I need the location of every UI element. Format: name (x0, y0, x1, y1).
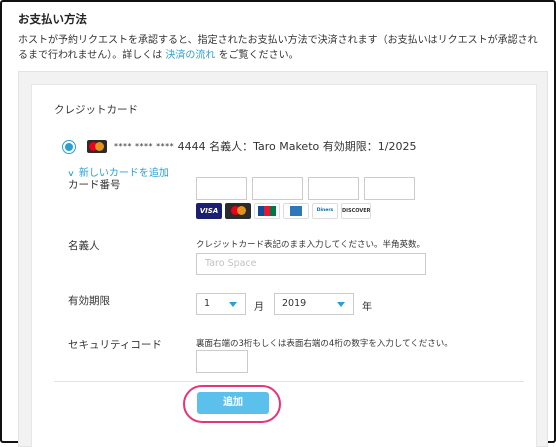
credit-card-heading: クレジットカード (54, 104, 138, 116)
payment-flow-link[interactable]: 決済の流れ (165, 50, 215, 61)
expiry-label: 有効期限 (68, 295, 110, 307)
description-line-2-end: をご覧ください。 (215, 50, 299, 61)
cardholder-name-input[interactable]: Taro Space (196, 253, 426, 275)
name-label: 名義人 (68, 240, 100, 252)
amex-icon (283, 203, 309, 219)
card-number-field-2[interactable] (252, 177, 303, 200)
section-title: お支払い方法 (18, 12, 87, 26)
security-code-help-text: 裏面右端の3桁もしくは表面右端の4桁の数字を入力してください。 (196, 339, 453, 349)
description-line-2-start: るまで行われません）。詳しくは (18, 50, 166, 61)
payment-panel: クレジットカード **** **** **** 4444 名義人：Taro Ma… (18, 71, 548, 447)
expiry-year-value: 2019 (282, 298, 307, 309)
expiry-year-select[interactable]: 2019 (274, 293, 354, 315)
chevron-down-icon (337, 302, 345, 307)
description-line-1: ホストが予約リクエストを承認すると、指定されたお支払い方法で決済されます（お支払… (18, 35, 538, 46)
card-number-field-4[interactable] (364, 177, 415, 200)
divider (54, 381, 524, 382)
security-code-input[interactable] (196, 350, 248, 373)
security-code-label: セキュリティコード (68, 339, 162, 351)
discover-icon: DISCOVER (341, 203, 371, 219)
add-card-button[interactable]: 追加 (197, 392, 269, 414)
card-number-field-1[interactable] (196, 177, 247, 200)
name-help-text: クレジットカード表記のまま入力してください。半角英数。 (196, 240, 425, 250)
card-number-label: カード番号 (68, 179, 121, 191)
year-unit: 年 (362, 302, 372, 313)
month-unit: 月 (254, 302, 264, 313)
saved-card-details: 4444 名義人：Taro Maketo 有効期限：1/2025 (174, 140, 417, 153)
credit-card-form: クレジットカード **** **** **** 4444 名義人：Taro Ma… (31, 84, 537, 447)
mastercard-brand-icon (225, 203, 251, 219)
expiry-month-select[interactable]: 1 (196, 293, 246, 315)
diners-club-icon: Diners Club (312, 203, 338, 219)
saved-card-info: **** **** **** 4444 名義人：Taro Maketo 有効期限… (114, 138, 416, 154)
jcb-icon (254, 203, 280, 219)
payment-section: お支払い方法 ホストが予約リクエストを承認すると、指定されたお支払い方法で決済さ… (0, 0, 556, 447)
saved-card-radio[interactable] (62, 140, 76, 154)
visa-icon: VISA (196, 203, 222, 219)
mastercard-icon (87, 140, 107, 153)
card-number-field-3[interactable] (308, 177, 359, 200)
saved-card-mask: **** **** **** (114, 142, 175, 151)
section-description: ホストが予約リクエストを承認すると、指定されたお支払い方法で決済されます（お支払… (18, 33, 546, 63)
expiry-month-value: 1 (204, 298, 211, 309)
chevron-down-icon (229, 302, 237, 307)
